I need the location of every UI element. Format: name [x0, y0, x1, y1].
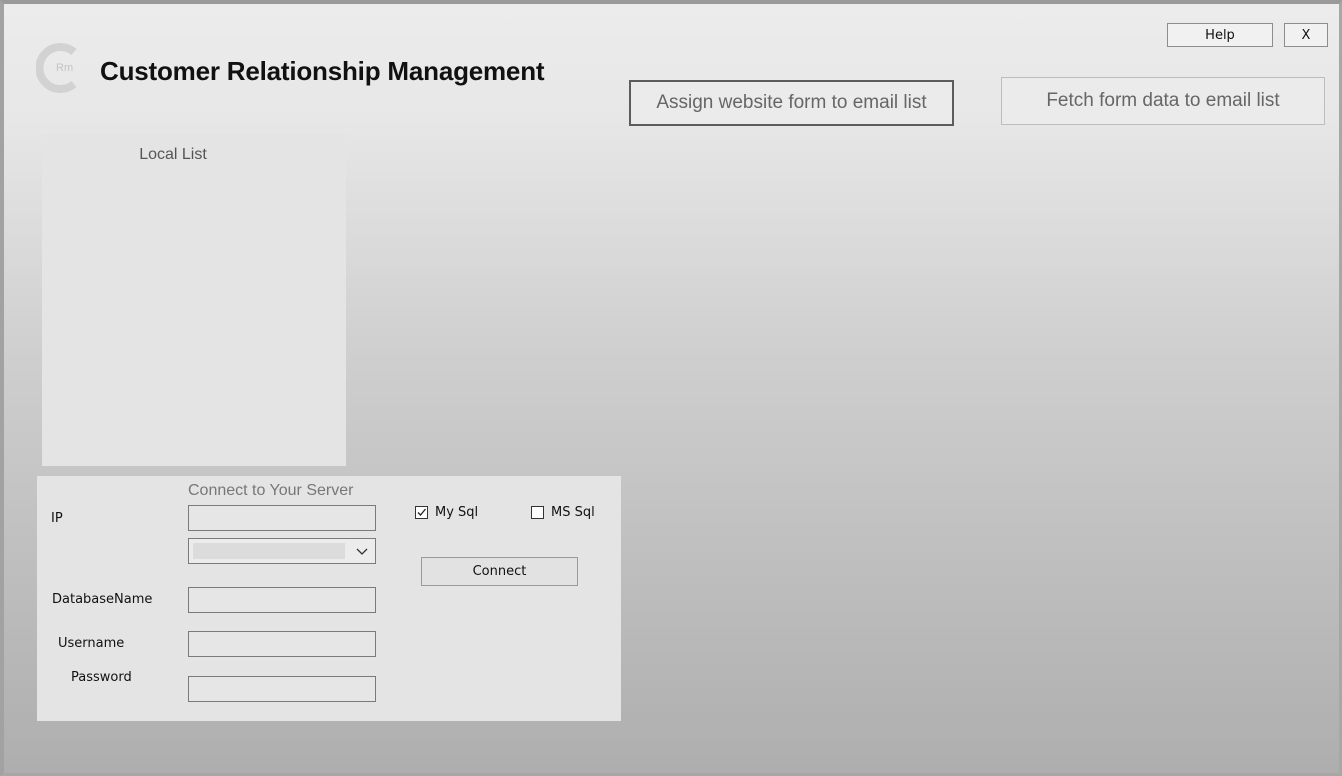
server-panel-title: Connect to Your Server: [188, 482, 354, 499]
ip-field[interactable]: [188, 505, 376, 531]
assign-website-form-button[interactable]: Assign website form to email list: [629, 80, 954, 126]
password-label: Password: [71, 670, 132, 685]
username-label: Username: [58, 636, 125, 651]
mssql-label: MS Sql: [551, 505, 595, 520]
server-connection-panel: Connect to Your Server IP DatabaseName U…: [37, 476, 621, 721]
connect-button[interactable]: Connect: [421, 557, 578, 586]
mssql-checkbox[interactable]: [531, 506, 544, 519]
svg-text:Rm: Rm: [56, 62, 73, 74]
crm-logo: Rm: [35, 42, 86, 94]
mysql-checkbox[interactable]: [415, 506, 428, 519]
help-button[interactable]: Help: [1167, 23, 1273, 47]
username-field[interactable]: [188, 631, 376, 657]
app-title: Customer Relationship Management: [100, 56, 545, 86]
chevron-down-icon[interactable]: [355, 545, 369, 557]
mysql-option[interactable]: My Sql: [415, 505, 478, 520]
mysql-label: My Sql: [435, 505, 479, 520]
app-window: Rm Customer Relationship Management Help…: [0, 0, 1342, 776]
mssql-option[interactable]: MS Sql: [531, 505, 595, 520]
local-list-panel[interactable]: Local List: [42, 134, 346, 466]
local-list-title: Local List: [139, 146, 207, 163]
fetch-form-data-button[interactable]: Fetch form data to email list: [1001, 77, 1325, 125]
database-name-field[interactable]: [188, 587, 376, 613]
close-button[interactable]: X: [1284, 23, 1328, 47]
database-name-label: DatabaseName: [52, 592, 153, 607]
password-field[interactable]: [188, 676, 376, 702]
ip-label: IP: [51, 511, 63, 526]
server-select-value: [193, 543, 345, 559]
server-select[interactable]: [188, 538, 376, 564]
